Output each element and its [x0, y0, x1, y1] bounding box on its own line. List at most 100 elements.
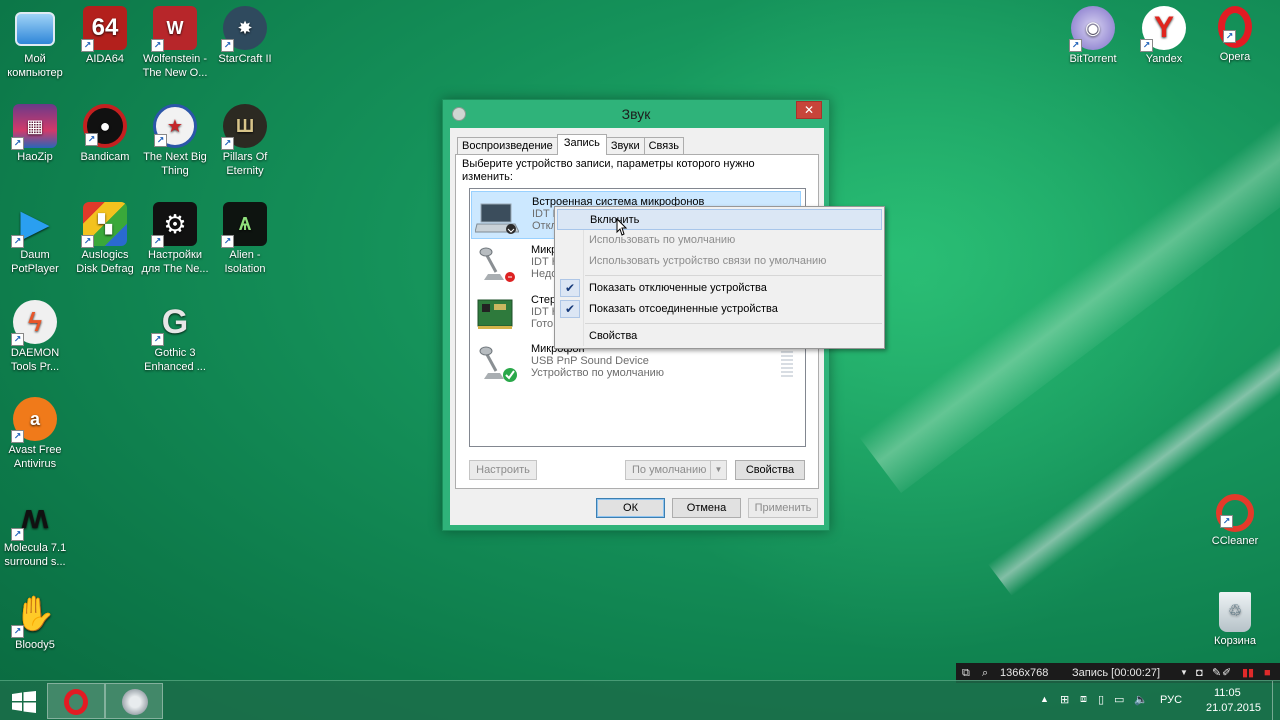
desktop-icon-bittorrent[interactable]: ◉ ↗ BitTorrent: [1058, 6, 1128, 66]
avast-icon: a ↗: [11, 397, 57, 443]
tab-sounds[interactable]: Звуки: [605, 137, 645, 155]
set-default-button[interactable]: По умолчанию ▼: [625, 460, 727, 480]
checkmark-icon: ✔: [560, 300, 580, 318]
level-meter: [781, 347, 793, 379]
menu-item-show-disabled[interactable]: ✔ Показать отключенные устройства: [557, 278, 882, 299]
desktop-icon-wolfenstein[interactable]: W ↗ Wolfenstein - The New O...: [140, 6, 210, 80]
laptop-mic-icon: [475, 203, 519, 234]
tab-strip: Воспроизведение Запись Звуки Связь: [457, 134, 685, 155]
menu-item-show-disconnected[interactable]: ✔ Показать отсоединенные устройства: [557, 299, 882, 320]
tab-communications[interactable]: Связь: [643, 137, 685, 155]
menu-item-enable[interactable]: Включить: [557, 209, 882, 230]
menu-separator: [585, 323, 882, 324]
bittorrent-icon: ◉ ↗: [1069, 6, 1115, 52]
device-status: Устройство по умолчанию: [531, 367, 665, 379]
desktop-icon-opera[interactable]: ↗ Opera: [1200, 6, 1270, 64]
microphone-icon: [479, 346, 517, 382]
chevron-down-icon[interactable]: ▼: [710, 461, 726, 479]
chevron-up-icon[interactable]: ▲: [1040, 694, 1049, 704]
desktop-icon-gothic[interactable]: G ↗ Gothic 3 Enhanced ...: [140, 300, 210, 374]
bandicam-icon: ● ↗: [83, 104, 127, 148]
desktop-icon-molecula[interactable]: ʍ ↗ Molecula 7.1 surround s...: [0, 495, 70, 569]
cancel-button[interactable]: Отмена: [672, 498, 741, 518]
haozip-icon: ▦ ↗: [11, 104, 57, 150]
dialog-titlebar[interactable]: Звук ✕: [443, 100, 829, 128]
molecula-icon: ʍ ↗: [11, 495, 57, 541]
menu-item-properties[interactable]: Свойства: [557, 326, 882, 347]
opera-icon: [64, 689, 88, 715]
desktop-icon-aida64[interactable]: 64 ↗ AIDA64: [70, 6, 140, 66]
device-driver: USB PnP Sound Device: [531, 355, 649, 367]
menu-item-label: Показать отсоединенные устройства: [589, 303, 778, 315]
language-indicator[interactable]: РУС: [1160, 694, 1182, 706]
desktop-icon-recycle-bin[interactable]: ♲ Корзина: [1200, 592, 1270, 648]
menu-item-label: Использовать устройство связи по умолчан…: [589, 255, 827, 267]
mouse-cursor-icon: [616, 218, 628, 236]
menu-item-label: Свойства: [589, 330, 638, 342]
clock-time[interactable]: 11:05: [1214, 687, 1241, 699]
pillars-icon: Ш ↗: [221, 104, 267, 150]
menu-item-set-default[interactable]: Использовать по умолчанию: [557, 230, 882, 251]
menu-item-label: Показать отключенные устройства: [589, 282, 767, 294]
desktop-icon-haozip[interactable]: ▦ ↗ HaoZip: [0, 104, 70, 164]
ccleaner-icon: ↗: [1216, 494, 1254, 532]
desktop-icon-starcraft[interactable]: ✸ ↗ StarCraft II: [210, 6, 280, 66]
ok-button[interactable]: ОК: [596, 498, 665, 518]
desktop-icon-potplayer[interactable]: ▶ ↗ Daum PotPlayer: [0, 202, 70, 276]
windows-flag-icon[interactable]: ⊞: [1060, 693, 1069, 706]
bloody-icon: ✋ ↗: [11, 592, 57, 638]
volume-icon[interactable]: 🔈: [1134, 693, 1148, 706]
dialog-title: Звук: [621, 106, 651, 122]
desktop-icon-bandicam[interactable]: ● ↗ Bandicam: [70, 104, 140, 164]
taskbar-opera[interactable]: [47, 683, 105, 719]
network-icon[interactable]: ⧈: [1080, 693, 1087, 706]
show-desktop-button[interactable]: [1272, 681, 1280, 720]
defrag-icon: ▚ ↗: [81, 202, 127, 248]
monitor-icon[interactable]: ▭: [1114, 693, 1124, 706]
menu-item-label: Использовать по умолчанию: [589, 234, 736, 246]
recycle-bin-icon: ♲: [1219, 592, 1251, 632]
desktop-icon-bloody[interactable]: ✋ ↗ Bloody5: [0, 592, 70, 652]
desktop-icon-pillars[interactable]: Ш ↗ Pillars Of Eternity: [210, 104, 280, 178]
desktop-icon-next-big-thing[interactable]: ★ ↗ The Next Big Thing: [140, 104, 210, 178]
settings-gear-icon: ⚙ ↗: [151, 202, 197, 248]
device-name: Стер: [531, 294, 557, 306]
tab-recording[interactable]: Запись: [556, 134, 607, 155]
windows-logo-icon: [12, 691, 36, 713]
potplayer-icon: ▶ ↗: [11, 202, 57, 248]
close-button[interactable]: ✕: [796, 101, 822, 119]
menu-item-set-default-comm[interactable]: Использовать устройство связи по умолчан…: [557, 251, 882, 272]
clock-date[interactable]: 21.07.2015: [1206, 702, 1261, 714]
configure-button[interactable]: Настроить: [469, 460, 537, 480]
taskbar: ▲ ⊞ ⧈ ▯ ▭ 🔈 РУС 11:05 21.07.2015: [0, 680, 1280, 720]
desktop-icon-avast[interactable]: a ↗ Avast Free Antivirus: [0, 397, 70, 471]
context-menu: Включить Использовать по умолчанию Испол…: [554, 206, 885, 349]
properties-button[interactable]: Свойства: [735, 460, 805, 480]
computer-icon: [15, 12, 55, 46]
device-icon[interactable]: ▯: [1098, 693, 1104, 706]
taskbar-sound[interactable]: [105, 683, 163, 719]
desktop-icon-settings-tnbt[interactable]: ⚙ ↗ Настройки для The Ne...: [140, 202, 210, 276]
desktop-icon-defrag[interactable]: ▚ ↗ Auslogics Disk Defrag: [70, 202, 140, 276]
system-tray: ▲ ⊞ ⧈ ▯ ▭ 🔈 РУС 11:05 21.07.2015: [1040, 681, 1280, 720]
tab-playback[interactable]: Воспроизведение: [457, 137, 558, 155]
daemon-tools-icon: ϟ ↗: [11, 300, 57, 346]
panel-description: Выберите устройство записи, параметры ко…: [462, 158, 755, 183]
desktop-icon-ccleaner[interactable]: ↗ CCleaner: [1200, 494, 1270, 548]
wolfenstein-icon: W ↗: [151, 6, 197, 52]
speaker-icon: [122, 689, 148, 715]
desktop-icon-yandex[interactable]: Y ↗ Yandex: [1129, 6, 1199, 66]
apply-button[interactable]: Применить: [748, 498, 818, 518]
desktop-icon-daemon-tools[interactable]: ϟ ↗ DAEMON Tools Pr...: [0, 300, 70, 374]
alien-icon: Ѧ ↗: [221, 202, 267, 248]
desktop-icon-my-computer[interactable]: Мой компьютер: [0, 6, 70, 80]
sound-card-icon: [477, 299, 513, 329]
gothic-icon: G ↗: [151, 300, 197, 346]
checkmark-icon: ✔: [560, 279, 580, 297]
desktop-icon-alien[interactable]: Ѧ ↗ Alien - Isolation: [210, 202, 280, 276]
set-default-label: По умолчанию: [632, 464, 707, 476]
yandex-icon: Y ↗: [1140, 6, 1186, 52]
opera-icon: ↗: [1218, 6, 1252, 48]
microphone-icon: [479, 247, 515, 282]
starcraft-icon: ✸ ↗: [221, 6, 267, 52]
